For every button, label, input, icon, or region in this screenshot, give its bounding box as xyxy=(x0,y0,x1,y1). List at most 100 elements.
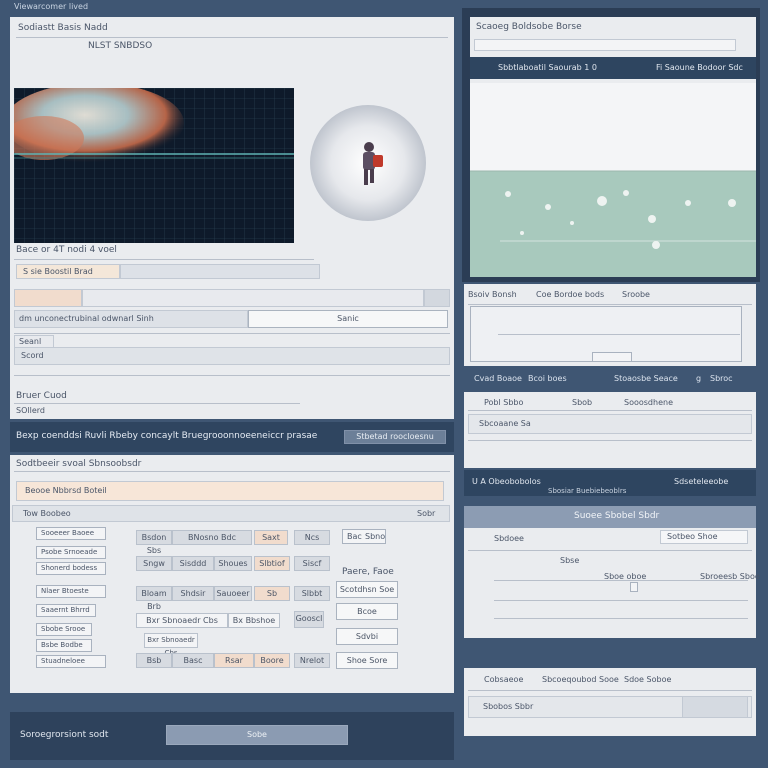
row-field-end[interactable] xyxy=(424,289,450,307)
right-bottom-left: Cobsaeoe xyxy=(484,675,524,684)
grid-cell[interactable]: Sngw xyxy=(136,556,172,571)
right-section-bar: Sbbtlaboatil Saourab 1 0 Fi Saoune Bodoo… xyxy=(470,57,756,79)
right-mid-header-right: Sroobe xyxy=(622,290,650,299)
grid-cell[interactable]: Boore xyxy=(254,653,290,668)
field-1[interactable]: S sie Boostil Brad xyxy=(16,264,120,279)
right-banner-right: Sdseteleeobe xyxy=(674,477,729,486)
side-button[interactable]: Scotdhsn Soe xyxy=(336,581,398,598)
right-banner: U A Obeobobolos Sbosiar Buebiebeoblrs Sd… xyxy=(464,470,756,496)
side-box-label: Sbno xyxy=(365,532,386,541)
top-title: Viewarcomer lived xyxy=(14,2,89,11)
row5-field[interactable]: Scord xyxy=(14,347,450,365)
row-a-right: Sooosdhene xyxy=(624,398,673,407)
grid-cell[interactable]: Sauoeer xyxy=(214,586,252,601)
right-lower-panel: Suoee Sbobel Sbdr Sbdoee Sotbeo Shoe Sbs… xyxy=(464,506,760,638)
breadcrumb-divider xyxy=(16,37,448,38)
field-1-extension[interactable] xyxy=(120,264,320,279)
right-lower-field-left: Sbdoee xyxy=(494,534,524,543)
grid-cell[interactable]: Siscf xyxy=(294,556,330,571)
side-button[interactable]: Shoe Sore xyxy=(336,652,398,669)
grid-cell[interactable]: Ncs xyxy=(294,530,330,545)
right-bottom-button[interactable] xyxy=(682,696,748,718)
list-item-label: Saaernt Bhrrd xyxy=(41,606,90,614)
right-top-field[interactable] xyxy=(474,39,736,51)
list-item-label: Sbobe Srooe xyxy=(41,625,86,633)
list-item[interactable]: Saaernt Bhrrd xyxy=(36,604,96,617)
left-bottom-panel: Sodtbeeir svoal Sbnsoobsdr Beooe Nbbrsd … xyxy=(10,455,454,693)
chart-label-left: Sbse xyxy=(560,556,580,565)
right-lower-divider xyxy=(494,580,748,581)
side-box-label: Bac xyxy=(347,532,362,541)
stat-far: Sbroc xyxy=(710,374,733,383)
grid-side-box[interactable]: Bac Sbno xyxy=(342,529,386,544)
right-bottom-right: Sdoe Soboe xyxy=(624,675,672,684)
right-mid-chip[interactable] xyxy=(592,352,632,362)
grid-cell[interactable]: Slbbt xyxy=(294,586,330,601)
grid-cell[interactable]: Shoues xyxy=(214,556,252,571)
list-item-label: Shonerd bodess xyxy=(41,564,98,572)
search-text: Beooe Nbbrsd Boteil xyxy=(25,486,107,495)
right-bottom-foot-left: Sbobos Sbbr xyxy=(483,702,534,711)
row-field-long[interactable] xyxy=(82,289,424,307)
side-button[interactable]: Sdvbi xyxy=(336,628,398,645)
right-lower-chip[interactable] xyxy=(630,582,638,592)
grid-cell[interactable]: Bx Bbshoe xyxy=(228,613,280,628)
list-item[interactable]: Sbobe Srooe xyxy=(36,623,92,636)
grid-cell[interactable]: Bsb xyxy=(136,653,172,668)
right-mid-header-left: Bsoiv Bonsh xyxy=(468,290,517,299)
right-lower-titlebar: Suoee Sbobel Sbdr xyxy=(464,506,756,528)
caption-divider xyxy=(14,259,314,260)
wide-field-text: dm unconectrubinal odwnarl Sinh xyxy=(19,314,154,323)
list-item[interactable]: Nlaer Btoeste xyxy=(36,585,106,598)
banner-button[interactable]: Stbetad roocloesnu xyxy=(344,430,446,444)
row-field[interactable] xyxy=(14,289,82,307)
stat-left: Cvad Boaoe xyxy=(474,374,522,383)
grid-cell[interactable]: Bloam Brb xyxy=(136,586,172,611)
grid-cell[interactable]: Saxt xyxy=(254,530,288,545)
grid-cell[interactable]: Rsar xyxy=(214,653,254,668)
grid-cell[interactable]: Bxr Sbnoaedr Cbs xyxy=(136,613,228,628)
preview-graphic xyxy=(14,88,294,243)
row5-text: Scord xyxy=(21,351,44,360)
grid-cell[interactable]: Gooscl xyxy=(294,611,324,628)
list-item-label: Nlaer Btoeste xyxy=(41,587,89,595)
header-left: Tow Boobeo xyxy=(23,509,71,518)
field-1-text: S sie Boostil Brad xyxy=(23,267,93,276)
right-section-label: Sbbtlaboatil Saourab 1 0 xyxy=(498,63,597,72)
bottom-bar-badge[interactable]: Sobe xyxy=(166,725,348,745)
figure-icon xyxy=(357,141,385,189)
grid-cell[interactable]: Bsdon Sbs xyxy=(136,530,172,555)
list-item[interactable]: Shonerd bodess xyxy=(36,562,106,575)
figure-graphic xyxy=(363,142,383,185)
right-breadcrumb: Scaoeg Boldsobe Borse xyxy=(476,22,582,32)
right-bottom-mid: Sbcoeqoubod Sooe xyxy=(542,675,619,684)
list-item-label: Stuadneloee xyxy=(41,657,85,665)
grid-cell[interactable]: BNosno Bdc xyxy=(172,530,252,545)
panel-title: Sodtbeeir svoal Sbnsoobsdr xyxy=(16,459,142,469)
right-chart xyxy=(470,83,756,277)
grid-cell[interactable]: Basc xyxy=(172,653,214,668)
grid-cell[interactable]: Slbtiof xyxy=(254,556,290,571)
list-item[interactable]: Psobe Srnoeade xyxy=(36,546,106,559)
title-divider xyxy=(14,471,450,472)
right-lower-field[interactable]: Sotbeo Shoe xyxy=(660,530,748,544)
list-item[interactable]: Sooeeer Baoee xyxy=(36,527,106,540)
row-b-field[interactable]: Sbcoaane Sa xyxy=(468,414,752,434)
grid-cell[interactable]: Sisddd xyxy=(172,556,214,571)
row-divider xyxy=(468,440,752,441)
right-top-panel: Scaoeg Boldsobe Borse Sbbtlaboatil Saour… xyxy=(470,17,756,277)
grid-cell[interactable]: Nrelot xyxy=(294,653,330,668)
side-button[interactable]: Bcoe xyxy=(336,603,398,620)
stat-mid: Bcoi boes xyxy=(528,374,567,383)
bottom-bar-label: Soroegrorsiont sodt xyxy=(20,730,109,740)
grid-cell[interactable]: Shdsir xyxy=(172,586,214,601)
grid-cell[interactable]: Sb xyxy=(254,586,290,601)
wide-button[interactable]: Sanic xyxy=(248,310,448,328)
search-field[interactable]: Beooe Nbbrsd Boteil xyxy=(16,481,444,501)
right-section-right: Fi Saoune Bodoor Sdc xyxy=(656,63,743,72)
right-mid-divider xyxy=(468,304,752,305)
list-item[interactable]: Stuadneloee xyxy=(36,655,106,668)
wide-field[interactable]: dm unconectrubinal odwnarl Sinh xyxy=(14,310,248,328)
preview-image xyxy=(14,88,294,243)
list-item[interactable]: Bsbe Bodbe xyxy=(36,639,92,652)
